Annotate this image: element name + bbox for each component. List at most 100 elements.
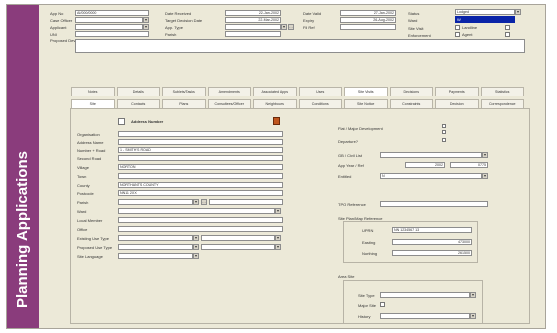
tab-plans[interactable]: Plans [162, 99, 206, 108]
tab-decisions[interactable]: Decisions [389, 87, 433, 96]
case-officer-field[interactable] [75, 17, 143, 23]
tab-site-visits[interactable]: Site Visits [344, 87, 388, 96]
target-decision-field[interactable]: 22-Mar-2002 [225, 17, 281, 23]
proposed-dev-field[interactable] [75, 39, 525, 53]
app-type-dropdown-icon[interactable]: ▾ [281, 24, 287, 30]
number-road-field[interactable]: 1 - SMITH'S ROAD [118, 147, 283, 153]
address-name-label: Address Name [77, 140, 104, 145]
tab-associated-apps[interactable]: Associated Apps [253, 87, 297, 96]
date-valid-field[interactable]: 27-Jan-2002 [340, 10, 396, 16]
uprn-field[interactable]: NN 1234567 13 [392, 227, 472, 233]
address-parish-field[interactable] [118, 199, 193, 205]
tab-payments[interactable]: Payments [435, 87, 479, 96]
address-name-field[interactable] [118, 139, 283, 145]
enforcement-checkbox[interactable] [455, 32, 460, 37]
tab-notes[interactable]: Notes [71, 87, 115, 96]
address-header-label: Address Number [131, 119, 164, 124]
tab-site-notice[interactable]: Site Notice [344, 99, 388, 108]
status-selection[interactable] [455, 16, 515, 23]
site-type-field[interactable] [380, 292, 470, 298]
status-item-lodged[interactable]: Lodged [455, 9, 515, 15]
date-received-field[interactable]: 22-Jan-2002 [225, 10, 281, 16]
existing-use-secondary-field[interactable] [201, 235, 275, 241]
number-road-label: Number + Road [77, 148, 106, 153]
existing-use-field[interactable] [118, 235, 193, 241]
office-field[interactable] [118, 226, 283, 232]
northing-field[interactable]: 261500 [392, 250, 472, 256]
town-field[interactable] [118, 173, 283, 179]
address-lookup-icon[interactable] [273, 117, 280, 125]
tab-row-primary: Notes Details Sublets/Tasks Amendments A… [70, 87, 525, 96]
village-field[interactable]: NORTON [118, 164, 283, 170]
tab-site[interactable]: Site [71, 99, 115, 108]
site-language-dropdown-icon[interactable]: ▾ [193, 253, 199, 259]
proposed-use-secondary-dropdown-icon[interactable]: ▾ [275, 244, 281, 250]
area-group-label: Area Site [338, 274, 355, 279]
local-member-field[interactable] [118, 217, 283, 223]
tab-conditions[interactable]: Conditions [298, 99, 342, 108]
proposed-use-field[interactable] [118, 244, 193, 250]
site-type-dropdown-icon[interactable]: ▾ [470, 292, 476, 298]
proposed-use-secondary-field[interactable] [201, 244, 275, 250]
uni-field[interactable] [75, 31, 149, 37]
entitled-field[interactable]: N [380, 173, 482, 179]
county-field[interactable]: NORTHANTS COUNTY [118, 182, 283, 188]
tab-decision[interactable]: Decision [435, 99, 479, 108]
agent-checkbox[interactable] [505, 32, 510, 37]
applicant-field[interactable] [75, 24, 143, 30]
address-parish-lookup-icon[interactable]: … [201, 199, 207, 205]
applicant-dropdown-icon[interactable]: ▾ [143, 24, 149, 30]
entitled-dropdown-icon[interactable]: ▾ [482, 173, 488, 179]
address-parish-dropdown-icon[interactable]: ▾ [193, 199, 199, 205]
departure-checkbox[interactable] [442, 138, 446, 142]
existing-use-secondary-dropdown-icon[interactable]: ▾ [275, 235, 281, 241]
existing-use-dropdown-icon[interactable]: ▾ [193, 235, 199, 241]
file-ref-label: Fil Ref [303, 25, 315, 30]
flat-major-checkbox[interactable] [442, 124, 446, 128]
tab-consultees[interactable]: Consultees/Officer [207, 99, 251, 108]
tab-contacts[interactable]: Contacts [116, 99, 160, 108]
history-field[interactable] [380, 313, 470, 319]
address-parish-secondary-field[interactable] [209, 199, 283, 205]
status-dropdown-icon[interactable]: ▾ [515, 9, 521, 15]
case-officer-dropdown-icon[interactable]: ▾ [143, 17, 149, 23]
status-item-selected[interactable]: W [457, 17, 461, 22]
tab-neighbours[interactable]: Neighbours [253, 99, 297, 108]
address-ward-dropdown-icon[interactable]: ▾ [275, 208, 281, 214]
agent-label: Agent [462, 32, 473, 37]
app-type-field[interactable] [225, 24, 281, 30]
tab-constraints[interactable]: Constraints [389, 99, 433, 108]
landline-checkbox[interactable] [455, 25, 460, 30]
easting-label: Easting [362, 240, 376, 245]
history-dropdown-icon[interactable]: ▾ [470, 313, 476, 319]
app-type-lookup-icon[interactable]: … [288, 24, 294, 30]
address-checkbox[interactable] [118, 118, 125, 125]
gb-civil-dropdown-icon[interactable]: ▾ [482, 152, 488, 158]
flat-major-checkbox-2[interactable] [442, 130, 446, 134]
file-ref-field[interactable] [340, 24, 396, 30]
address-ward-field[interactable] [118, 208, 275, 214]
second-road-label: Second Road [77, 156, 102, 161]
postcode-field[interactable]: NN11 2XX [118, 190, 283, 196]
app-year-field[interactable]: 2002 [405, 162, 445, 168]
app-no-field[interactable]: AI/000/0000 [75, 10, 149, 16]
tab-correspondence[interactable]: Correspondence [480, 99, 524, 108]
landline-label: Landline [462, 25, 478, 30]
parish-field[interactable] [225, 31, 281, 37]
easting-field[interactable]: 473000 [392, 239, 472, 245]
tab-details[interactable]: Details [116, 87, 160, 96]
tab-uses[interactable]: Uses [298, 87, 342, 96]
expiry-field[interactable]: 26-Aug-2002 [340, 17, 396, 23]
tab-sublets[interactable]: Sublets/Tasks [162, 87, 206, 96]
tpo-field[interactable] [380, 201, 488, 207]
gb-civil-field[interactable] [380, 152, 482, 158]
tab-amendments[interactable]: Amendments [207, 87, 251, 96]
agent-checkbox-upper[interactable] [505, 25, 510, 30]
app-ref-field[interactable]: 0775 [450, 162, 488, 168]
second-road-field[interactable] [118, 155, 283, 161]
major-site-checkbox[interactable] [380, 302, 385, 307]
site-language-field[interactable] [118, 253, 193, 259]
organisation-field[interactable] [118, 131, 283, 137]
proposed-use-dropdown-icon[interactable]: ▾ [193, 244, 199, 250]
tab-statistics[interactable]: Statistics [480, 87, 524, 96]
